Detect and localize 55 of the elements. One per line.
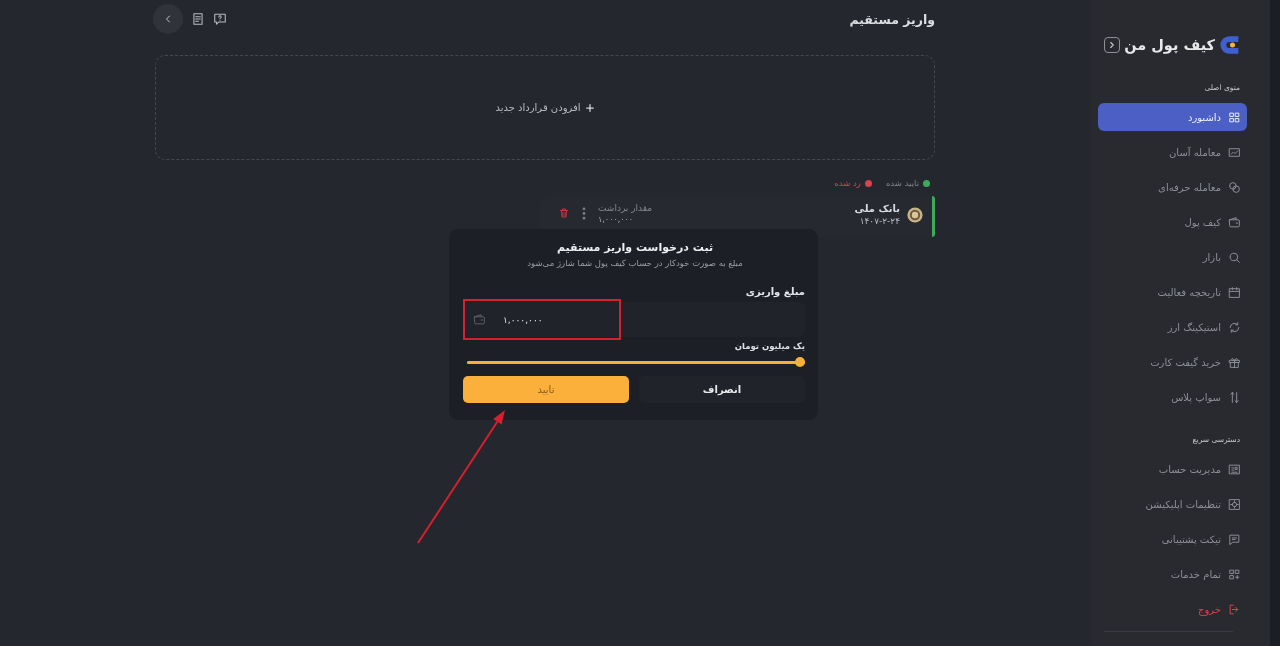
legend-label: رد شده (834, 177, 861, 189)
wallet-icon (473, 313, 486, 326)
collapse-button[interactable] (1104, 37, 1120, 53)
cancel-button[interactable]: انصراف (639, 376, 805, 403)
id-card-icon (1228, 462, 1241, 476)
swap-arrows-icon (1228, 390, 1241, 404)
menu-item[interactable]: کیف پول (1098, 208, 1247, 236)
grid-plus-icon (1228, 567, 1241, 581)
page-title: واریز مستقیم (849, 11, 935, 27)
more-icon[interactable] (582, 207, 586, 220)
coins-icon (1228, 180, 1241, 194)
legend-label: تایید شده (885, 177, 919, 189)
help-chat-icon[interactable] (213, 12, 227, 26)
add-contract-button[interactable]: افزودن قرارداد جدید (155, 55, 935, 160)
amount-value: ۱,۰۰۰,۰۰۰ (598, 214, 634, 225)
amount-field[interactable]: ۱,۰۰۰,۰۰۰ (465, 302, 805, 337)
amount-in-words: یک میلیون تومان (733, 340, 805, 352)
menu-item[interactable]: تمام خدمات (1098, 560, 1247, 588)
menu-item[interactable]: سواپ پلاس (1098, 383, 1247, 411)
plus-icon (584, 102, 595, 113)
chart-icon (1228, 145, 1241, 159)
menu-item[interactable]: معامله حرفه‌ای (1098, 173, 1247, 201)
field-label: مبلغ واریزی (744, 285, 805, 299)
wallet-icon (1228, 215, 1241, 229)
bank-name: بانک ملی (854, 202, 900, 215)
menu-item[interactable]: بازار (1098, 243, 1247, 271)
trash-icon[interactable] (558, 206, 570, 220)
menu-item[interactable]: تاریخچه فعالیت (1098, 278, 1247, 306)
calendar-icon (1228, 285, 1241, 299)
menu-item[interactable]: تنظیمات اپلیکیشن (1098, 490, 1247, 518)
menu-item[interactable]: مدیریت حساب (1098, 455, 1247, 483)
dialog-subtitle: مبلغ به صورت خودکار در حساب کیف پول شما شارژ می‌شود (526, 257, 744, 270)
dialog-title: ثبت درخواست واریز مستقیم (555, 240, 715, 256)
magnifier-icon (1228, 250, 1241, 264)
menu-item[interactable]: خروج (1098, 595, 1247, 623)
menu-item[interactable]: خرید گیفت کارت (1098, 348, 1247, 376)
confirm-button[interactable]: تایید (463, 376, 629, 403)
menu-item[interactable]: استیکینگ ارز (1098, 313, 1247, 341)
logo-icon (1220, 34, 1240, 56)
contract-date: ۱۴۰۷-۲-۲۴ (858, 215, 900, 227)
amount-label: مقدار برداشت (598, 202, 653, 214)
grid-icon (1228, 110, 1241, 124)
gift-icon (1228, 355, 1241, 369)
emblem-icon (907, 206, 923, 223)
menu-item[interactable]: تیکت پشتیبانی (1098, 525, 1247, 553)
settings-icon (1228, 497, 1241, 511)
logo-text: کیف پول من (1124, 36, 1215, 56)
note-icon[interactable] (191, 12, 205, 26)
menu-item[interactable]: معامله آسان (1098, 138, 1247, 166)
slider-thumb[interactable] (795, 357, 805, 367)
menu-item[interactable]: داشبورد (1098, 103, 1247, 131)
cycle-arrows-icon (1228, 320, 1241, 334)
chevron-right-icon (1107, 40, 1117, 50)
logout-icon (1228, 602, 1241, 616)
message-icon (1228, 532, 1241, 546)
